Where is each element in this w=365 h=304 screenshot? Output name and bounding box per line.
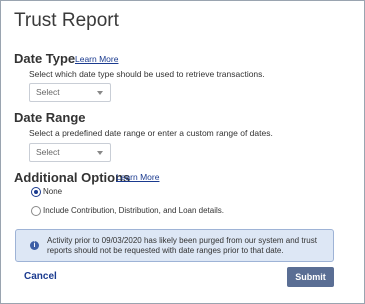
chevron-down-icon xyxy=(97,91,103,95)
date-type-heading: Date Type xyxy=(14,51,76,66)
page-title: Trust Report xyxy=(14,10,119,31)
date-type-description: Select which date type should be used to… xyxy=(29,69,265,79)
date-type-select[interactable]: Select xyxy=(29,83,111,102)
additional-options-learn-more-link[interactable]: Learn More xyxy=(116,172,159,182)
radio-label-none: None xyxy=(43,187,63,196)
chevron-down-icon xyxy=(97,151,103,155)
date-range-description: Select a predefined date range or enter … xyxy=(29,128,273,138)
date-type-select-value: Select xyxy=(36,87,60,97)
radio-label-include-details: Include Contribution, Distribution, and … xyxy=(43,206,224,215)
additional-options-heading: Additional Options xyxy=(14,170,131,185)
radio-button-unchecked[interactable] xyxy=(31,206,41,216)
info-icon: i xyxy=(30,241,39,250)
info-notice: i Activity prior to 09/03/2020 has likel… xyxy=(15,229,334,262)
submit-button[interactable]: Submit xyxy=(287,267,334,287)
date-range-select[interactable]: Select xyxy=(29,143,111,162)
notice-text: Activity prior to 09/03/2020 has likely … xyxy=(47,236,317,255)
date-range-heading: Date Range xyxy=(14,110,86,125)
date-range-select-value: Select xyxy=(36,147,60,157)
trust-report-dialog: Trust Report Date Type Learn More Select… xyxy=(0,0,365,304)
cancel-button[interactable]: Cancel xyxy=(24,271,57,282)
date-type-learn-more-link[interactable]: Learn More xyxy=(75,54,118,64)
radio-button-checked[interactable] xyxy=(31,187,41,197)
